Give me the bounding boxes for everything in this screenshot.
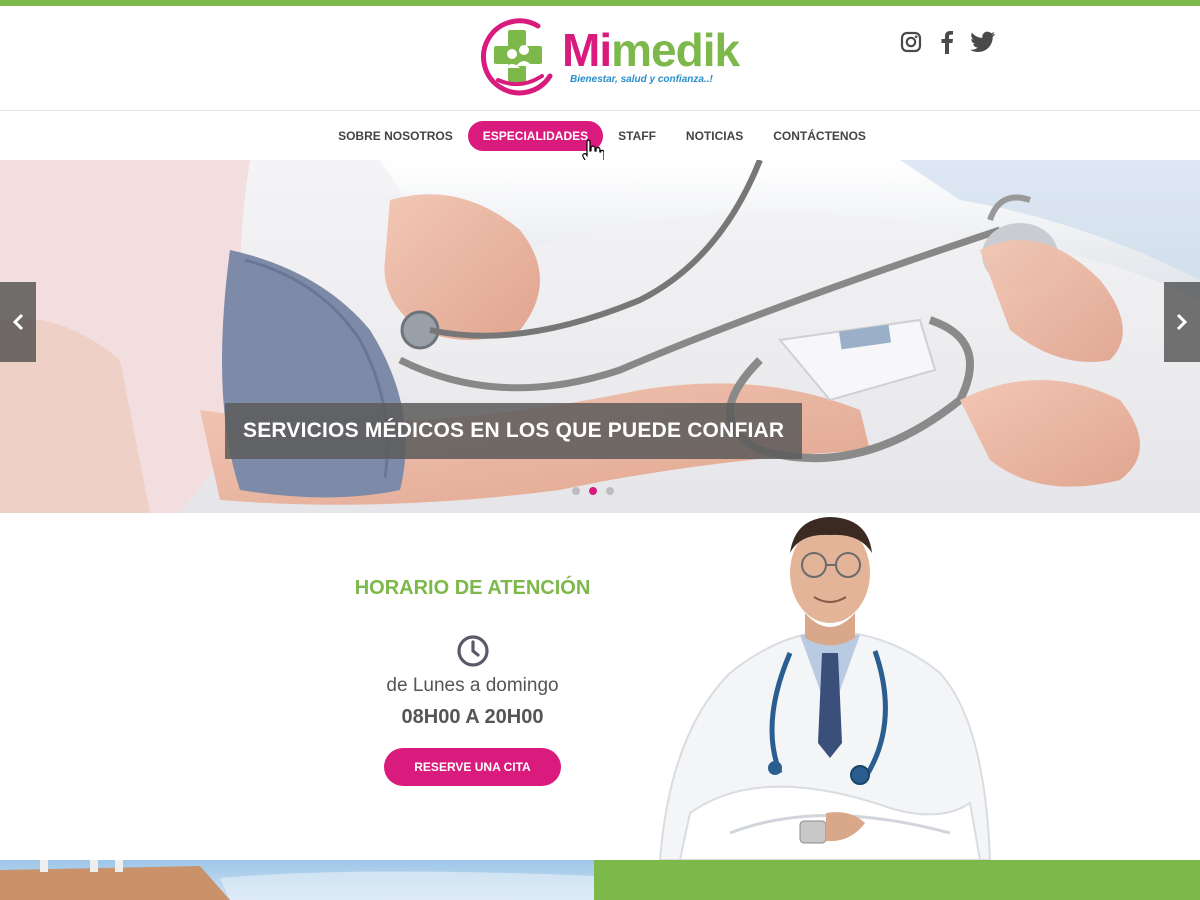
hours-title: HORARIO DE ATENCIÓN: [354, 577, 591, 599]
slider-dot-2[interactable]: [589, 487, 597, 495]
nav-item-staff[interactable]: STAFF: [603, 121, 671, 151]
hours-time: 08H00 A 20H00: [401, 706, 544, 728]
hero-slider: SERVICIOS MÉDICOS EN LOS QUE PUEDE CONFI…: [0, 160, 1200, 513]
brand-logo[interactable]: Mimedik Bienestar, salud y confianza..!: [480, 16, 740, 96]
footer-green-panel: [594, 860, 1200, 900]
nav-item-noticias[interactable]: NOTICIAS: [671, 121, 758, 151]
site-header: Mimedik Bienestar, salud y confianza..!: [0, 6, 1200, 110]
brand-name-part2: medik: [611, 24, 740, 76]
slider-prev-button[interactable]: [0, 282, 36, 362]
slide-image-blood-pressure: [0, 160, 1200, 513]
hours-section: HORARIO DE ATENCIÓN de Lunes a domingo 0…: [0, 513, 1200, 860]
twitter-icon[interactable]: [970, 29, 996, 55]
chevron-right-icon: [1176, 313, 1188, 331]
nav-item-sobre-nosotros[interactable]: SOBRE NOSOTROS: [323, 121, 468, 151]
reserve-appointment-button[interactable]: RESERVE UNA CITA: [384, 748, 561, 786]
brand-wordmark: Mimedik: [562, 24, 740, 76]
brand-tagline: Bienestar, salud y confianza..!: [570, 74, 713, 85]
instagram-icon[interactable]: [898, 29, 924, 55]
logo-mark-icon: [481, 18, 553, 96]
facebook-icon[interactable]: [934, 29, 960, 55]
slider-dot-3[interactable]: [606, 487, 614, 495]
slider-pagination: [572, 487, 614, 495]
hours-days: de Lunes a domingo: [386, 675, 559, 696]
brand-name-part1: Mi: [562, 24, 612, 76]
slider-dot-1[interactable]: [572, 487, 580, 495]
building-illustration: [0, 860, 594, 900]
footer-building-image: [0, 860, 594, 900]
slide-caption: SERVICIOS MÉDICOS EN LOS QUE PUEDE CONFI…: [225, 403, 803, 459]
doctor-photo: [658, 517, 992, 860]
nav-item-contactenos[interactable]: CONTÁCTENOS: [758, 121, 881, 151]
chevron-left-icon: [12, 313, 24, 331]
social-links: [898, 28, 996, 56]
slider-next-button[interactable]: [1164, 282, 1200, 362]
clock-icon: [457, 635, 489, 667]
